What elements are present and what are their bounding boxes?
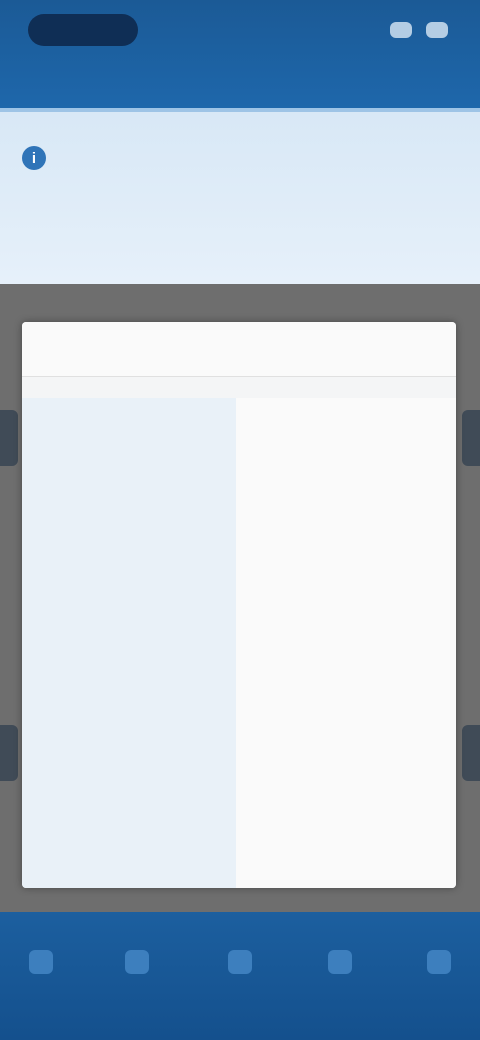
nav-item-home[interactable] — [6, 950, 76, 982]
grid-icon — [228, 950, 252, 974]
value-column — [236, 398, 456, 888]
top-app-bar — [0, 0, 480, 108]
nav-item-list[interactable] — [102, 950, 172, 982]
notification-icon[interactable] — [390, 22, 412, 38]
nav-item-menu[interactable] — [404, 950, 474, 982]
list-icon — [125, 950, 149, 974]
label-column — [22, 398, 236, 888]
app-title[interactable] — [28, 14, 138, 46]
chat-icon — [328, 950, 352, 974]
menu-icon — [427, 950, 451, 974]
right-handle-2[interactable] — [462, 725, 480, 781]
left-handle-2[interactable] — [0, 725, 18, 781]
home-icon — [29, 950, 53, 974]
nav-item-grid[interactable] — [205, 950, 275, 982]
nav-item-chat[interactable] — [305, 950, 375, 982]
right-handle[interactable] — [462, 410, 480, 466]
card-header — [22, 322, 456, 377]
account-icon[interactable] — [426, 22, 448, 38]
info-banner: i — [0, 108, 480, 284]
details-card — [22, 322, 456, 888]
top-actions — [390, 22, 448, 38]
bottom-nav — [0, 912, 480, 1040]
details-table — [22, 398, 456, 888]
left-handle[interactable] — [0, 410, 18, 466]
info-icon: i — [22, 146, 46, 170]
